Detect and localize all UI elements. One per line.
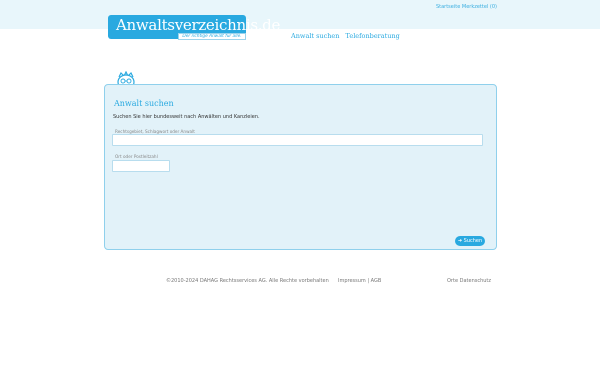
search-button-label: Suchen [463,238,483,244]
startseite-link[interactable]: Startseite [436,4,460,10]
location-label: Ort oder Postleitzahl [115,154,158,159]
query-input[interactable] [112,134,483,146]
top-band [0,0,600,29]
location-input[interactable] [112,160,170,172]
main-nav: Anwalt suchen Telefonberatung [291,32,404,40]
footer-separator: | [367,278,370,284]
agb-link[interactable]: AGB [371,278,382,284]
logo-text[interactable]: Anwaltsverzeichnis.de [116,15,280,35]
datenschutz-link[interactable]: Datenschutz [460,278,491,284]
nav-anwalt-suchen[interactable]: Anwalt suchen [291,32,339,40]
footer-links: Impressum | AGB [338,278,381,284]
arrow-right-icon: ➜ [457,238,463,244]
logo-tagline: Der richtige Anwalt für alle. [178,33,246,40]
panel-title: Anwalt suchen [114,99,174,108]
merkzettel-link[interactable]: Merkzettel (0) [462,4,497,10]
impressum-link[interactable]: Impressum [338,278,366,284]
footer-right-links: Orte Datenschutz [447,278,491,284]
header-links: Startseite Merkzettel (0) [436,4,497,10]
footer-copyright: ©2010-2024 DAHAG Rechtsservices AG. Alle… [166,278,329,284]
nav-telefonberatung[interactable]: Telefonberatung [346,32,400,40]
search-button[interactable]: ➜ Suchen [455,236,485,246]
panel-description: Suchen Sie hier bundesweit nach Anwälten… [113,114,260,120]
orte-link[interactable]: Orte [447,278,458,284]
